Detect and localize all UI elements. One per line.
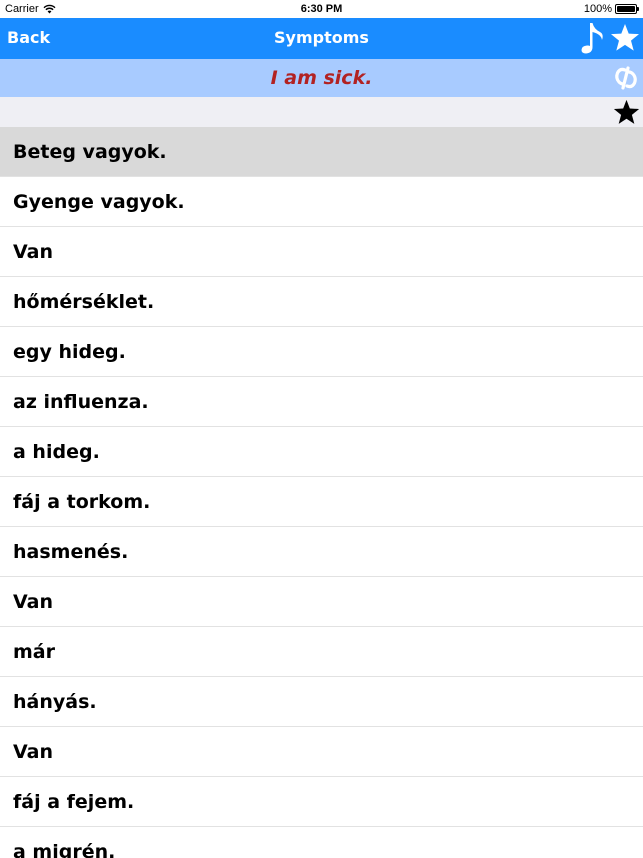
link-icon[interactable]	[612, 64, 640, 92]
status-time: 6:30 PM	[300, 3, 343, 15]
phrase-label: egy hideg.	[13, 340, 126, 363]
list-item[interactable]: a migrén.	[0, 827, 643, 858]
list-item[interactable]: fáj a torkom.	[0, 477, 643, 527]
list-item[interactable]: Van	[0, 727, 643, 777]
list-item[interactable]: fáj a fejem.	[0, 777, 643, 827]
list-item[interactable]: az influenza.	[0, 377, 643, 427]
music-note-icon[interactable]	[580, 21, 608, 55]
phrase-label: hányás.	[13, 690, 97, 713]
phrase-label: Van	[13, 740, 54, 763]
phrase-label: hőmérséklet.	[13, 290, 155, 313]
favorites-star-icon[interactable]	[610, 23, 640, 53]
phrase-label: fáj a fejem.	[13, 790, 135, 813]
favorite-strip	[0, 97, 643, 127]
list-item[interactable]: hőmérséklet.	[0, 277, 643, 327]
list-item[interactable]: Gyenge vagyok.	[0, 177, 643, 227]
phrase-label: Gyenge vagyok.	[13, 190, 185, 213]
battery-percent: 100%	[583, 3, 612, 15]
list-item[interactable]: Beteg vagyok.	[0, 127, 643, 177]
battery-icon	[615, 4, 639, 14]
list-item[interactable]: hasmenés.	[0, 527, 643, 577]
phrase-label: a hideg.	[13, 440, 100, 463]
phrase-label: Van	[13, 240, 54, 263]
phrase-label: a migrén.	[13, 840, 116, 858]
phrase-label: hasmenés.	[13, 540, 129, 563]
star-icon[interactable]	[613, 99, 640, 126]
phrase-label: Beteg vagyok.	[13, 140, 167, 163]
phrase-label: az influenza.	[13, 390, 149, 413]
list-item[interactable]: a hideg.	[0, 427, 643, 477]
phrase-label: fáj a torkom.	[13, 490, 151, 513]
translation-bar: I am sick.	[0, 59, 643, 97]
phrase-label: Van	[13, 590, 54, 613]
app-screen: Carrier 6:30 PM 100% Back Symptoms I am …	[0, 0, 643, 858]
battery-indicator: 100%	[583, 3, 639, 15]
list-item[interactable]: már	[0, 627, 643, 677]
translation-text: I am sick.	[270, 67, 373, 89]
navigation-bar: Back Symptoms	[0, 18, 643, 59]
status-bar: Carrier 6:30 PM 100%	[0, 0, 643, 18]
phrase-list: Beteg vagyok. Gyenge vagyok. Van hőmérsé…	[0, 127, 643, 858]
page-title: Symptoms	[274, 28, 369, 47]
list-item[interactable]: Van	[0, 577, 643, 627]
list-item[interactable]: Van	[0, 227, 643, 277]
phrase-label: már	[13, 640, 55, 663]
list-item[interactable]: hányás.	[0, 677, 643, 727]
list-item[interactable]: egy hideg.	[0, 327, 643, 377]
